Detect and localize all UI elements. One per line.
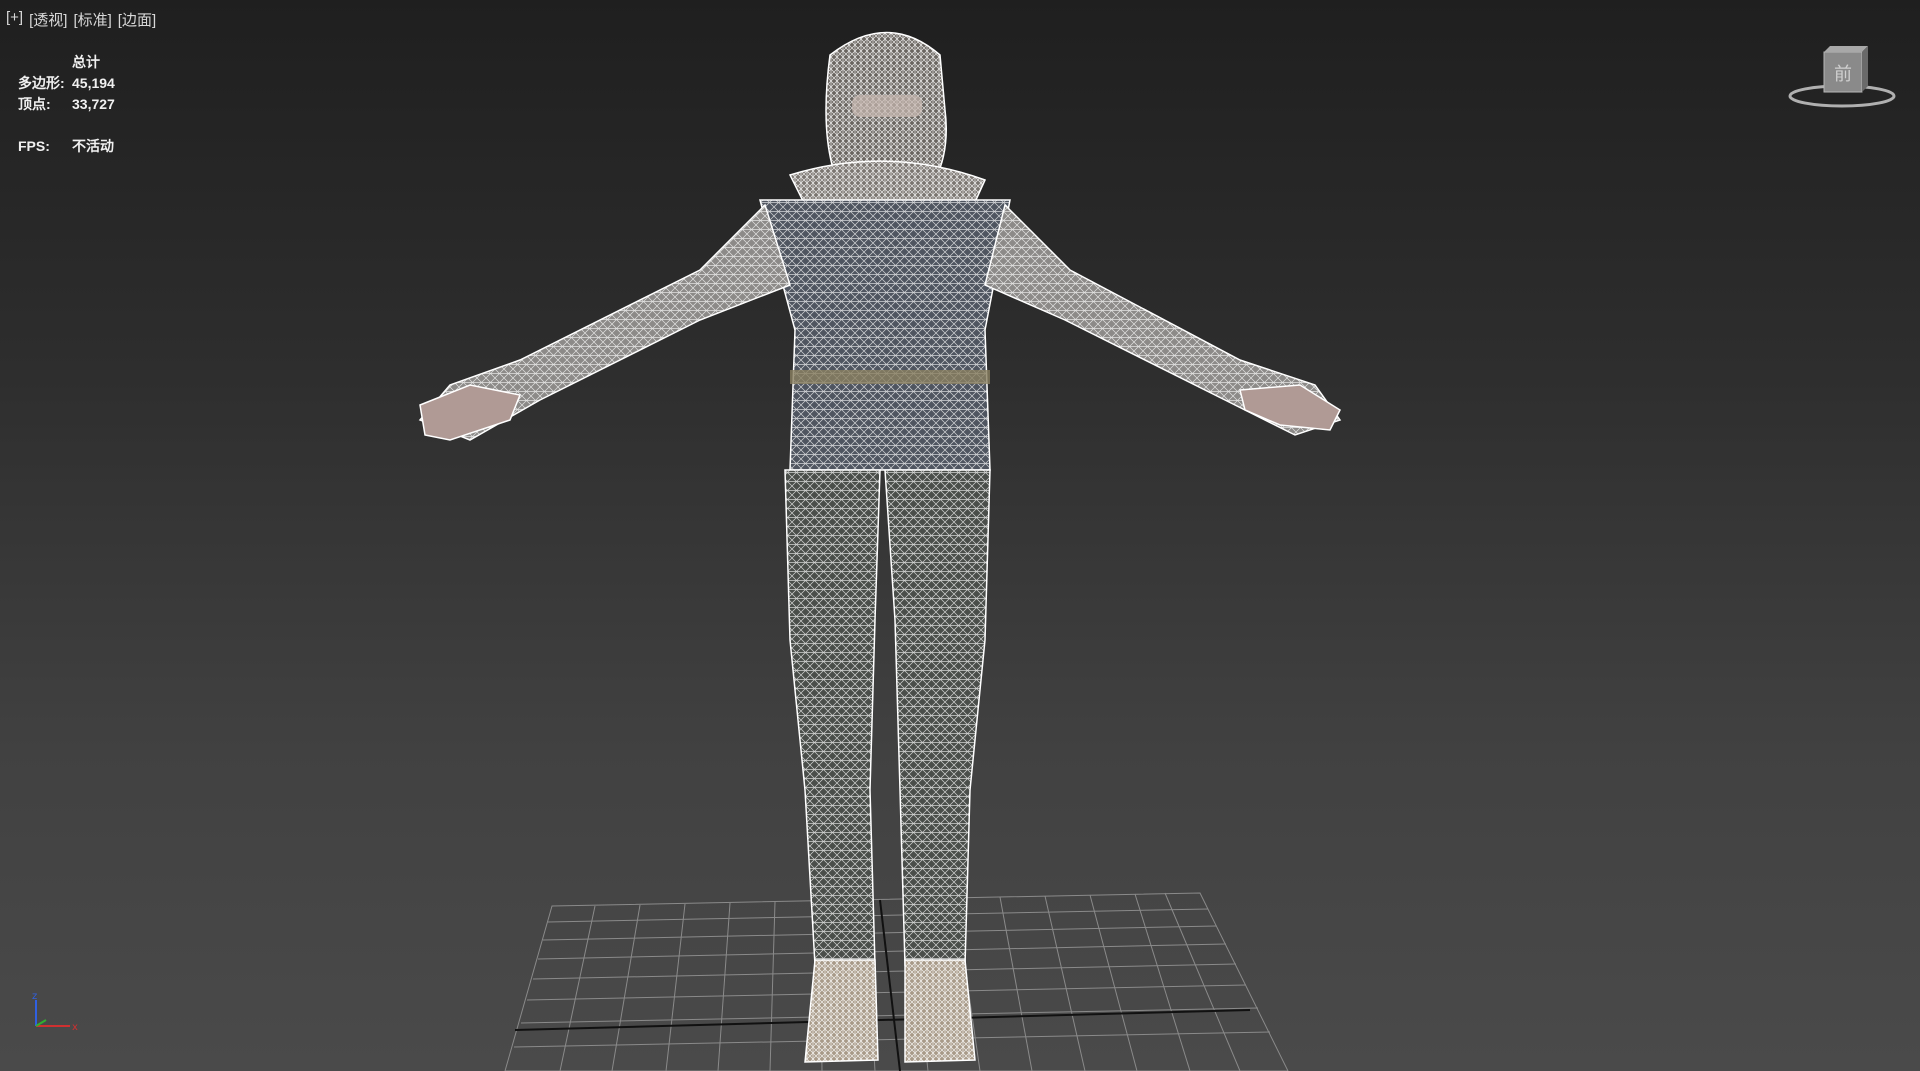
axis-tripod: z x: [32, 991, 78, 1033]
viewport-scene[interactable]: [0, 0, 1920, 1071]
axis-z-label: z: [32, 991, 37, 1002]
viewcube-icon[interactable]: 前: [1782, 44, 1902, 124]
axis-x-label: x: [72, 1022, 78, 1033]
viewcube[interactable]: 前: [1782, 44, 1902, 124]
home-grid: [504, 892, 1289, 1071]
viewcube-face-label[interactable]: 前: [1834, 64, 1852, 85]
